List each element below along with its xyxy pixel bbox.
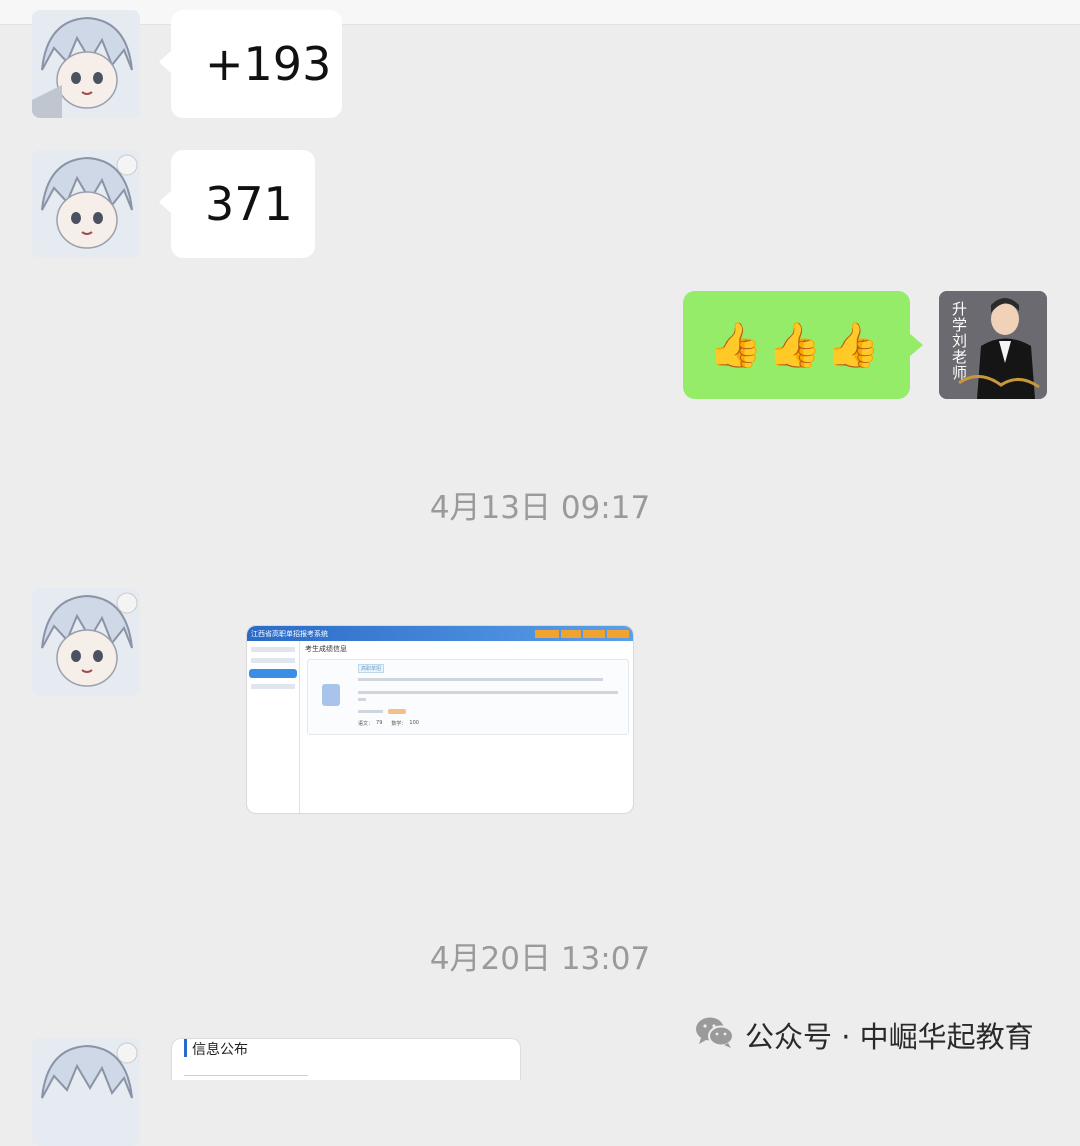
message-text: 371	[205, 177, 293, 231]
contact-avatar[interactable]	[32, 588, 140, 696]
screenshot-card: 高职单招 语文： 79 数学： 100	[307, 659, 629, 735]
contact-avatar[interactable]	[32, 1038, 140, 1146]
message-text: +193	[205, 37, 332, 91]
screenshot-info-line	[358, 698, 366, 701]
screenshot-orange-badge	[388, 709, 406, 714]
screenshot-sidebar-active	[249, 669, 297, 678]
screenshot-info-line	[358, 710, 383, 713]
contact-avatar[interactable]	[32, 150, 140, 258]
teacher-name-vertical: 升学刘老师	[952, 300, 968, 382]
incoming-message-bubble[interactable]: 371	[159, 150, 315, 258]
info-card-divider	[184, 1075, 308, 1076]
wechat-icon	[695, 1015, 735, 1056]
thumbs-up-emoji: 👍👍👍	[708, 320, 885, 371]
screenshot-info-line	[358, 678, 603, 681]
outgoing-message-bubble[interactable]: 👍👍👍	[683, 291, 923, 399]
timestamp-divider: 4月20日 13:07	[429, 941, 651, 977]
contact-avatar[interactable]	[32, 10, 140, 118]
screenshot-info-line	[358, 691, 618, 694]
screenshot-score-row: 语文： 79 数学： 100	[358, 720, 419, 727]
info-card-message[interactable]: 信息公布	[171, 1038, 521, 1080]
timestamp-divider: 4月13日 09:17	[429, 490, 651, 526]
info-card-title: 信息公布	[192, 1042, 248, 1058]
screenshot-header-tabs	[535, 629, 629, 638]
score-screenshot-image[interactable]: 江西省高职单招报考系统 考生成绩信息 高职单招 语文： 79 数学： 100	[246, 625, 634, 814]
watermark-text: 公众号 · 中崛华起教育	[745, 1020, 1034, 1054]
incoming-message-bubble[interactable]: +193	[159, 10, 342, 118]
screenshot-card-icon	[322, 684, 340, 706]
screenshot-system-title: 江西省高职单招报考系统	[251, 629, 328, 638]
top-bar	[0, 0, 1080, 25]
screenshot-header: 江西省高职单招报考系统	[247, 626, 633, 641]
screenshot-sidebar	[247, 641, 300, 813]
info-card-accent	[184, 1039, 187, 1057]
screenshot-page-heading: 考生成绩信息	[305, 645, 347, 653]
screenshot-tag: 高职单招	[358, 664, 385, 673]
wechat-watermark: 公众号 · 中崛华起教育	[695, 1014, 1034, 1056]
my-avatar[interactable]: 升学刘老师	[939, 291, 1047, 399]
